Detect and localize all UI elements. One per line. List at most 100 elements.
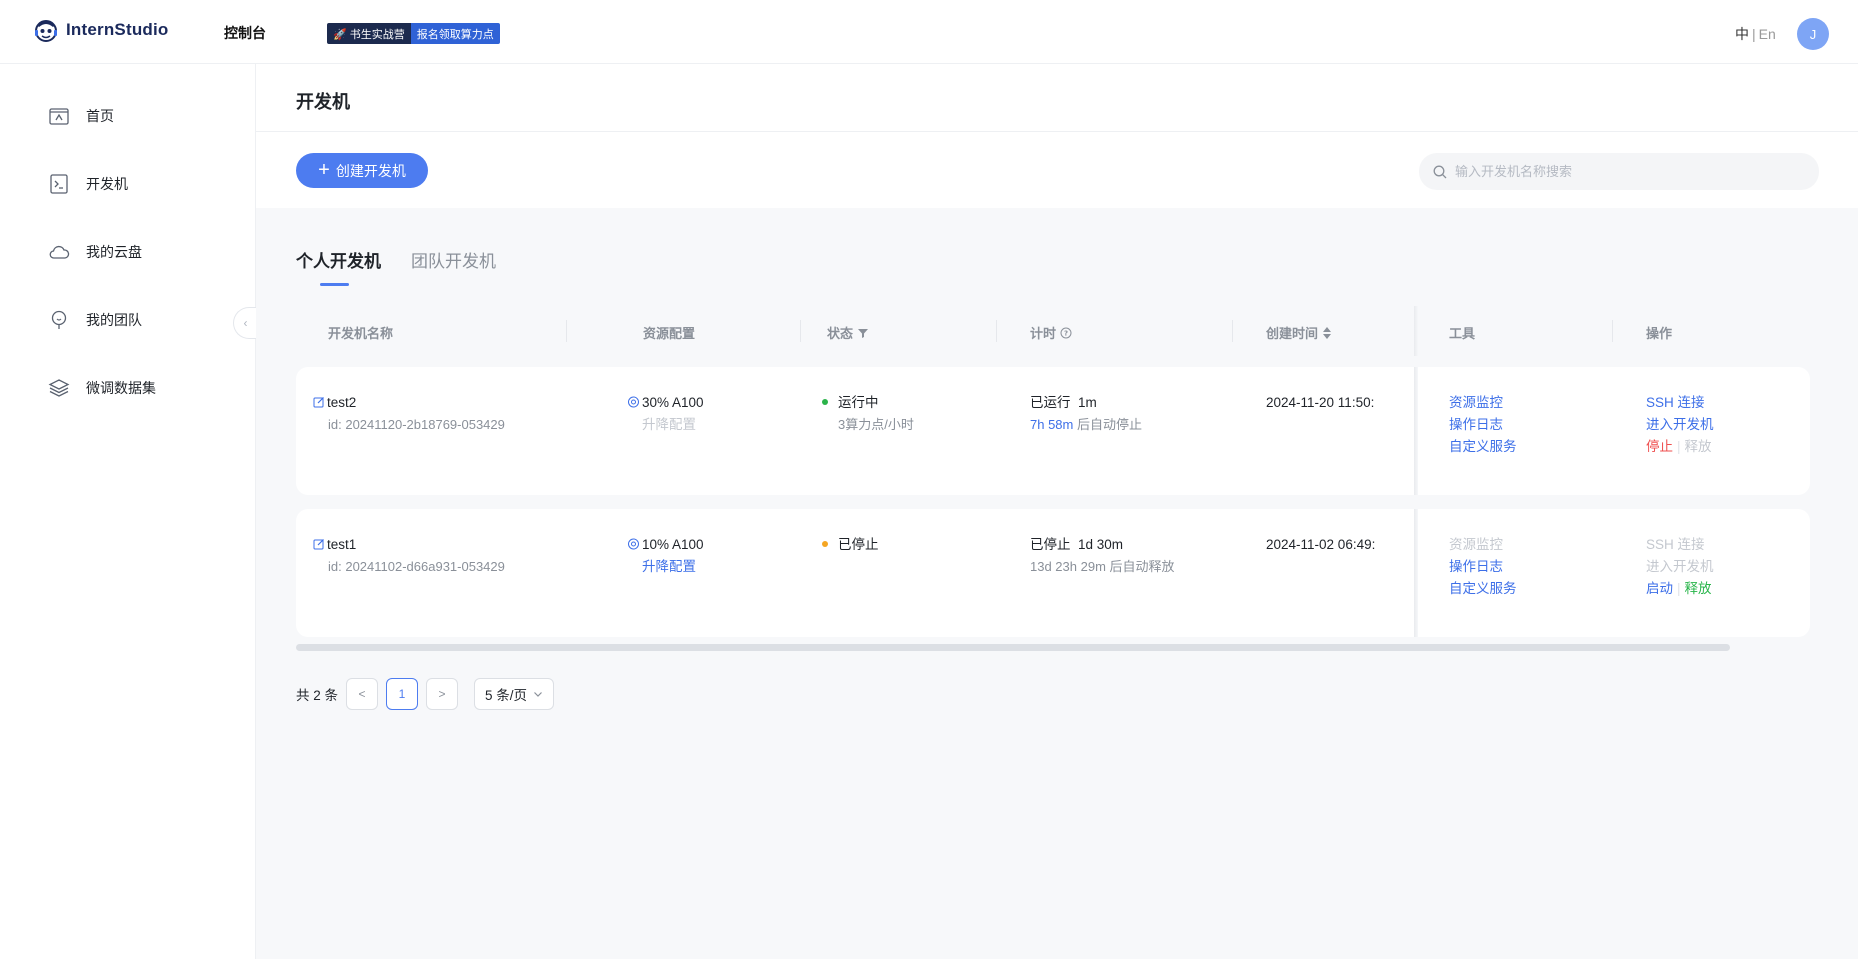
next-page-button[interactable]: > <box>426 678 459 710</box>
logo-mascot-icon <box>35 20 57 42</box>
sort-icon[interactable] <box>1322 326 1332 340</box>
col-status-label: 状态 <box>827 326 854 341</box>
custom-service-link[interactable]: 自定义服务 <box>1449 436 1517 458</box>
sidebar-item-cloud[interactable]: 我的云盘 <box>48 240 142 264</box>
filter-icon[interactable] <box>857 327 869 339</box>
col-tools: 工具 <box>1449 326 1476 341</box>
timer-sub: 7h 58m 后自动停止 <box>1030 414 1142 436</box>
sidebar-item-devmachine[interactable]: 开发机 <box>48 172 128 196</box>
status-dot <box>822 541 828 547</box>
lang-separator: | <box>1752 26 1756 42</box>
chevron-down-icon <box>534 692 542 697</box>
release-button[interactable]: 释放 <box>1685 581 1712 596</box>
resize-link[interactable]: 升降配置 <box>627 414 704 436</box>
timer-sub-text: 后自动停止 <box>1073 417 1142 432</box>
edit-icon[interactable] <box>313 538 325 550</box>
prev-page-button[interactable]: < <box>346 678 379 710</box>
col-status: 状态 <box>827 323 869 342</box>
create-button-label: 创建开发机 <box>335 162 406 179</box>
status-cell: 已停止 <box>822 534 879 556</box>
sidebar-item-label: 我的云盘 <box>86 244 142 260</box>
resource-monitor-link[interactable]: 资源监控 <box>1449 534 1517 556</box>
search-box[interactable] <box>1419 153 1819 190</box>
user-avatar[interactable]: J <box>1797 18 1829 50</box>
ssh-connect-link[interactable]: SSH 连接 <box>1646 392 1714 414</box>
operation-log-link[interactable]: 操作日志 <box>1449 556 1517 578</box>
plus-icon: + <box>318 158 330 181</box>
release-button[interactable]: 释放 <box>1685 439 1712 454</box>
col-divider <box>566 320 567 342</box>
created-time: 2024-11-02 06:49: <box>1266 537 1376 552</box>
page-size-select[interactable]: 5 条/页 <box>474 678 555 710</box>
app-logo[interactable]: InternStudio <box>32 16 169 44</box>
sticky-column-shadow <box>1414 367 1418 495</box>
language-switch: 中 | En <box>1735 24 1776 44</box>
enter-machine-link[interactable]: 进入开发机 <box>1646 414 1714 436</box>
lang-en[interactable]: En <box>1759 26 1776 42</box>
timer-main: 已停止 1d 30m <box>1030 537 1124 552</box>
action-group: 停止 | 释放 <box>1646 436 1714 458</box>
timer-highlight: 7h 58m <box>1030 417 1074 432</box>
machine-name: test2 <box>313 392 505 414</box>
sidebar-item-datasets[interactable]: 微调数据集 <box>48 376 156 400</box>
help-icon[interactable]: ? <box>1060 327 1072 339</box>
page-title: 开发机 <box>296 92 350 112</box>
created-time: 2024-11-20 11:50: <box>1266 395 1375 410</box>
page-header: 开发机 <box>256 64 1858 132</box>
sidebar-collapse-button[interactable]: ‹ <box>233 307 257 339</box>
cloud-icon <box>49 245 70 259</box>
sidebar-item-home[interactable]: 首页 <box>48 104 114 128</box>
eye-icon[interactable] <box>627 538 640 550</box>
tab-team[interactable]: 团队开发机 <box>411 247 496 286</box>
enter-machine-link[interactable]: 进入开发机 <box>1646 556 1714 578</box>
eye-icon[interactable] <box>627 396 640 408</box>
lang-zh[interactable]: 中 <box>1735 26 1749 42</box>
start-button[interactable]: 启动 <box>1646 581 1673 596</box>
operation-log-link[interactable]: 操作日志 <box>1449 414 1517 436</box>
table-header: 开发机名称 资源配置 状态 计时 ? 创建时间 工具 操作 <box>296 306 1810 356</box>
timer-main: 已运行 1m <box>1030 395 1097 410</box>
col-divider <box>996 320 997 342</box>
sidebar-item-team[interactable]: 我的团队 <box>48 308 142 332</box>
actions-cell: SSH 连接 进入开发机 启动 | 释放 <box>1646 534 1714 600</box>
chevron-left-icon: ‹ <box>243 316 248 330</box>
nav-console[interactable]: 控制台 <box>224 23 266 43</box>
sidebar-item-label: 微调数据集 <box>86 380 156 396</box>
sidebar: 首页 开发机 我的云盘 我的团队 微调数据集 ‹ <box>0 64 257 959</box>
col-created: 创建时间 <box>1266 323 1332 342</box>
machine-name: test1 <box>313 534 505 556</box>
team-icon <box>51 310 67 329</box>
status-cost: 3算力点/小时 <box>838 417 914 432</box>
main-content: 开发机 + 创建开发机 个人开发机 团队开发机 开发机名称 资源配置 状态 计时… <box>256 64 1858 959</box>
resize-link[interactable]: 升降配置 <box>627 556 704 578</box>
col-divider <box>1232 320 1233 342</box>
machine-id: id: 20241120-2b18769-053429 <box>328 417 505 432</box>
col-name: 开发机名称 <box>328 326 394 341</box>
machine-name-cell: test2 id: 20241120-2b18769-053429 <box>313 392 505 436</box>
tab-bar: 个人开发机 团队开发机 <box>296 247 496 286</box>
custom-service-link[interactable]: 自定义服务 <box>1449 578 1517 600</box>
table-row: test2 id: 20241120-2b18769-053429 30% A1… <box>296 367 1810 495</box>
sidebar-item-label: 我的团队 <box>86 312 142 328</box>
status-badge: 已停止 <box>822 534 879 556</box>
tab-personal[interactable]: 个人开发机 <box>296 247 381 286</box>
create-devmachine-button[interactable]: + 创建开发机 <box>296 153 428 188</box>
search-input[interactable] <box>1455 164 1795 179</box>
promo-banner[interactable]: 🚀 书生实战营 报名领取算力点 <box>327 23 500 44</box>
timer-cell: 已停止 1d 30m 13d 23h 29m 后自动释放 <box>1030 534 1175 578</box>
timer-sub: 13d 23h 29m 后自动释放 <box>1030 559 1175 574</box>
page-number[interactable]: 1 <box>386 678 419 710</box>
stop-button[interactable]: 停止 <box>1646 439 1673 454</box>
search-icon <box>1433 165 1447 178</box>
edit-icon[interactable] <box>313 396 325 408</box>
pagination: 共 2 条 < 1 > 5 条/页 <box>296 678 555 710</box>
home-icon <box>49 108 69 125</box>
resource-spec-text: 30% A100 <box>642 395 704 410</box>
horizontal-scrollbar[interactable] <box>296 644 1730 651</box>
resource-monitor-link[interactable]: 资源监控 <box>1449 392 1517 414</box>
ssh-connect-link[interactable]: SSH 连接 <box>1646 534 1714 556</box>
promo-label: 🚀 书生实战营 <box>327 23 411 44</box>
sidebar-item-label: 首页 <box>86 108 114 124</box>
col-divider <box>1612 320 1613 342</box>
col-timer: 计时 ? <box>1030 323 1072 342</box>
